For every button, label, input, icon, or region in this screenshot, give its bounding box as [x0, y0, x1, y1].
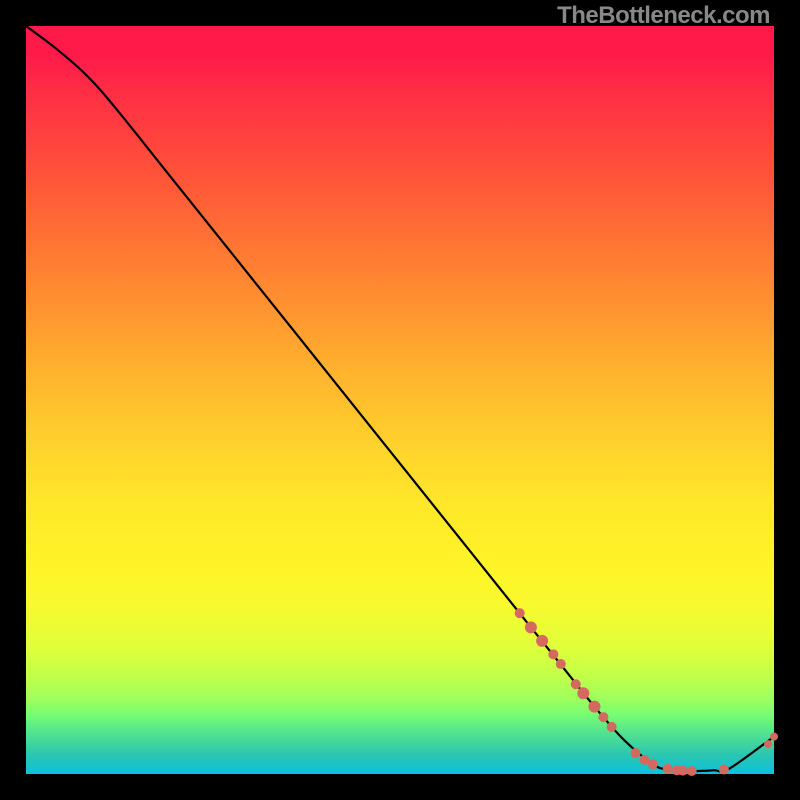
chart-outer: TheBottleneck.com [0, 0, 800, 800]
marker-dot [631, 748, 641, 758]
marker-dot [607, 722, 617, 732]
marker-dot [764, 740, 772, 748]
marker-dot [648, 759, 658, 769]
marker-dot [663, 764, 673, 774]
marker-dot [770, 733, 778, 741]
chart-svg [26, 26, 774, 774]
marker-dot [536, 635, 548, 647]
marker-dot [525, 621, 537, 633]
marker-dot [719, 765, 729, 775]
marker-dot [571, 679, 581, 689]
marker-dot [678, 766, 688, 776]
marker-dot [577, 687, 589, 699]
marker-dot [687, 766, 697, 776]
chart-gradient-area [26, 26, 774, 774]
marker-dot [515, 608, 525, 618]
marker-dots [515, 608, 778, 776]
marker-dot [556, 659, 566, 669]
marker-dot [598, 712, 608, 722]
marker-dot [588, 701, 600, 713]
watermark-text: TheBottleneck.com [557, 2, 770, 30]
marker-dot [548, 649, 558, 659]
curve-line [26, 26, 774, 772]
